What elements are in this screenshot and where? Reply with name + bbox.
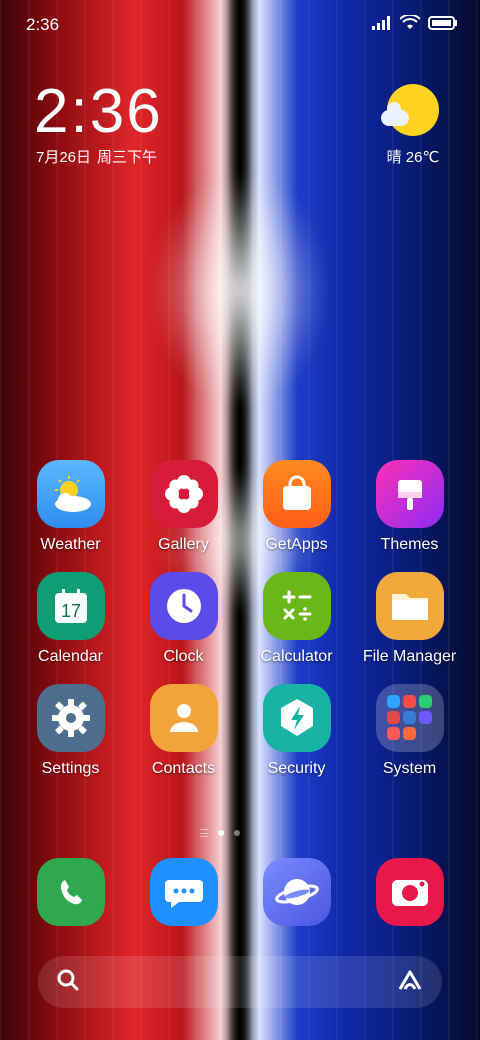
app-label: Clock (163, 648, 204, 665)
app-themes[interactable]: Themes (353, 460, 466, 554)
page-indicator (200, 829, 240, 837)
app-label: System (382, 760, 437, 777)
page-dot (234, 830, 240, 836)
assistant-icon[interactable] (396, 968, 424, 997)
app-label: Contacts (151, 760, 216, 777)
clock-widget-date[interactable]: 7月26日 周三下午 (36, 146, 157, 167)
app-clock[interactable]: Clock (127, 572, 240, 666)
app-label: Security (267, 760, 326, 777)
clock-widget-time[interactable]: 2:36 (34, 76, 163, 147)
app-label: GetApps (265, 536, 328, 553)
dock-browser[interactable] (240, 858, 353, 926)
gallery-icon (149, 460, 218, 528)
app-file-manager[interactable]: File Manager (353, 572, 466, 666)
sunny-cloud-icon (381, 84, 439, 136)
system-folder-icon (375, 684, 444, 752)
battery-icon (428, 15, 458, 35)
app-security[interactable]: Security (240, 684, 353, 778)
app-contacts[interactable]: Contacts (127, 684, 240, 778)
dock-messages[interactable] (127, 858, 240, 926)
clock-icon (149, 572, 218, 640)
app-calculator[interactable]: Calculator (240, 572, 353, 666)
date-text: 7月26日 (36, 149, 92, 166)
dock-phone[interactable] (14, 858, 127, 926)
weather-text: 晴 26℃ (386, 149, 440, 166)
contacts-icon (149, 684, 218, 752)
weekday-text: 周三下午 (97, 149, 158, 166)
app-grid: Weather Gallery GetApps Themes 17 Calend… (14, 460, 466, 778)
app-weather[interactable]: Weather (14, 460, 127, 554)
app-getapps[interactable]: GetApps (240, 460, 353, 554)
dock-camera[interactable] (353, 858, 466, 926)
weather-widget[interactable]: 晴 26℃ (378, 84, 448, 167)
calculator-icon (262, 572, 331, 640)
security-icon (262, 684, 331, 752)
phone-icon (36, 858, 105, 926)
signal-icon (372, 15, 392, 35)
wifi-icon (399, 13, 421, 36)
app-label: Weather (40, 536, 101, 553)
status-bar: 2:36 (26, 12, 458, 38)
dock (14, 858, 466, 926)
app-system-folder[interactable]: System (353, 684, 466, 778)
file-manager-icon (375, 572, 444, 640)
app-label: Themes (380, 536, 439, 553)
calendar-day-number: 17 (60, 601, 80, 621)
settings-icon (36, 684, 105, 752)
weather-icon (36, 460, 105, 528)
app-label: Calendar (38, 648, 103, 665)
browser-icon (262, 858, 331, 926)
app-calendar[interactable]: 17 Calendar (14, 572, 127, 666)
app-gallery[interactable]: Gallery (127, 460, 240, 554)
getapps-icon (262, 460, 331, 528)
wallpaper-glow (150, 170, 330, 410)
status-time: 2:36 (26, 15, 60, 34)
app-label: Gallery (158, 536, 209, 553)
page-dot-active (218, 830, 224, 836)
messages-icon (149, 858, 218, 926)
app-label: Settings (41, 760, 100, 777)
app-label: Calculator (260, 648, 333, 665)
app-settings[interactable]: Settings (14, 684, 127, 778)
calendar-icon: 17 (36, 572, 105, 640)
app-label: File Manager (362, 648, 457, 665)
search-bar[interactable] (38, 956, 442, 1008)
camera-icon (375, 858, 444, 926)
search-icon[interactable] (56, 968, 80, 997)
home-screen: 2:36 2:36 7月26日 周三下午 晴 26℃ Weather Galle… (0, 0, 480, 1040)
page-indicator-menu-icon (200, 829, 208, 837)
themes-icon (375, 460, 444, 528)
